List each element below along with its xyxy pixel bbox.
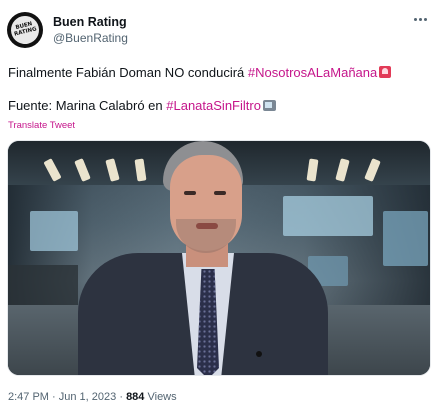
tweet-text-line-1: Finalmente Fabián Doman NO conducirá #No… [8,65,392,80]
views-count: 884 [126,391,145,403]
studio-screen [30,211,78,251]
more-dots-icon[interactable] [409,10,431,28]
hashtag-link[interactable]: #NosotrosALaMañana [248,65,377,80]
user-handle[interactable]: @BuenRating [53,31,128,45]
tweet-timestamp: 2:47 PM · Jun 1, 2023 · 884 Views [8,391,177,403]
tweet-time[interactable]: 2:47 PM [8,391,49,403]
tweet-card: BUEN RATING Buen Rating @BuenRating Final… [0,0,441,416]
tweet-date[interactable]: Jun 1, 2023 [59,391,117,403]
avatar-logo: BUEN RATING [8,13,42,47]
display-name[interactable]: Buen Rating [53,15,127,29]
tweet-media-image[interactable] [7,140,431,376]
tv-emoji-icon [262,100,276,111]
translate-tweet-link[interactable]: Translate Tweet [8,120,75,131]
avatar[interactable]: BUEN RATING [7,12,43,48]
tweet-text-line-2: Fuente: Marina Calabró en #LanataSinFilt… [8,98,276,113]
tweet-text: Finalmente Fabián Doman NO conducirá [8,65,248,80]
tweet-text: Fuente: Marina Calabró en [8,98,167,113]
views-label: Views [147,391,177,403]
lapel-mic [256,351,262,357]
siren-emoji-icon [379,66,392,78]
presenter-figure [78,141,328,375]
studio-screen [383,211,428,266]
hashtag-link[interactable]: #LanataSinFiltro [166,98,261,113]
